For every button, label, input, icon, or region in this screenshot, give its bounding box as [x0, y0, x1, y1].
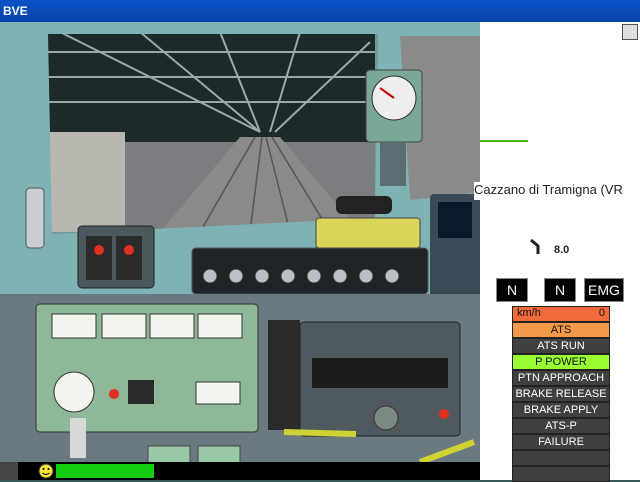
signal-icon: [530, 238, 540, 254]
window-titlebar: BVE: [0, 0, 640, 22]
speedometer-stem: [380, 142, 406, 186]
brake-lever-yellow[interactable]: [283, 429, 357, 437]
lamp-item: FAILURE: [512, 434, 610, 450]
smiley-icon: [38, 463, 54, 479]
mode-reverser: N: [496, 278, 528, 302]
speed-readout: km/h 0: [512, 306, 610, 322]
platform-left: [45, 132, 125, 232]
radio-panel: [315, 217, 421, 249]
hud-toggle-icon[interactable]: [622, 24, 638, 40]
status-bar: [0, 462, 480, 480]
small-gauge: [195, 381, 241, 405]
gradient-indicator: [480, 140, 528, 142]
master-controller-handle[interactable]: [70, 418, 86, 458]
speed-unit: km/h: [517, 307, 541, 319]
button-red-c[interactable]: [439, 409, 449, 419]
lamp-item: BRAKE RELEASE: [512, 386, 610, 402]
monitor-screen: [438, 202, 472, 238]
power-gauge-fill: [56, 464, 154, 478]
mode-brake: EMG: [584, 278, 624, 302]
lamp-item: P POWER: [512, 354, 610, 370]
next-station: Cazzano di Tramigna (VR: [474, 182, 640, 200]
mode-power: N: [544, 278, 576, 302]
switch-left-b[interactable]: [116, 236, 142, 280]
lamp-item: ATS: [512, 322, 610, 338]
cab-view: [0, 22, 480, 480]
speed-value: 0: [598, 307, 605, 319]
switch-row[interactable]: [312, 358, 448, 388]
lamp-item: ATS-P: [512, 418, 610, 434]
air-valve: [25, 187, 45, 249]
cab-scene: [0, 22, 480, 480]
window-title: BVE: [3, 4, 28, 18]
center-dial[interactable]: [373, 405, 399, 431]
brake-pressure-gauge: [53, 371, 95, 413]
lamp-item: PTN APPROACH: [512, 370, 610, 386]
lamp-item: ATS RUN: [512, 338, 610, 354]
menu-icon[interactable]: [0, 462, 18, 480]
lamp-item: BRAKE APPLY: [512, 402, 610, 418]
hud-panel: Cazzano di Tramigna (VR 8.0 N N EMG km/h…: [474, 22, 640, 482]
switch-bank: [268, 320, 300, 430]
button-red-b[interactable]: [124, 245, 134, 255]
indicator-red: [109, 389, 119, 399]
lamp-item: [512, 450, 610, 466]
button-red-a[interactable]: [94, 245, 104, 255]
switch-left-a[interactable]: [86, 236, 112, 280]
indicator-block: [128, 380, 154, 404]
radio-handset[interactable]: [336, 196, 392, 214]
signal-speed-limit: 8.0: [554, 244, 570, 256]
